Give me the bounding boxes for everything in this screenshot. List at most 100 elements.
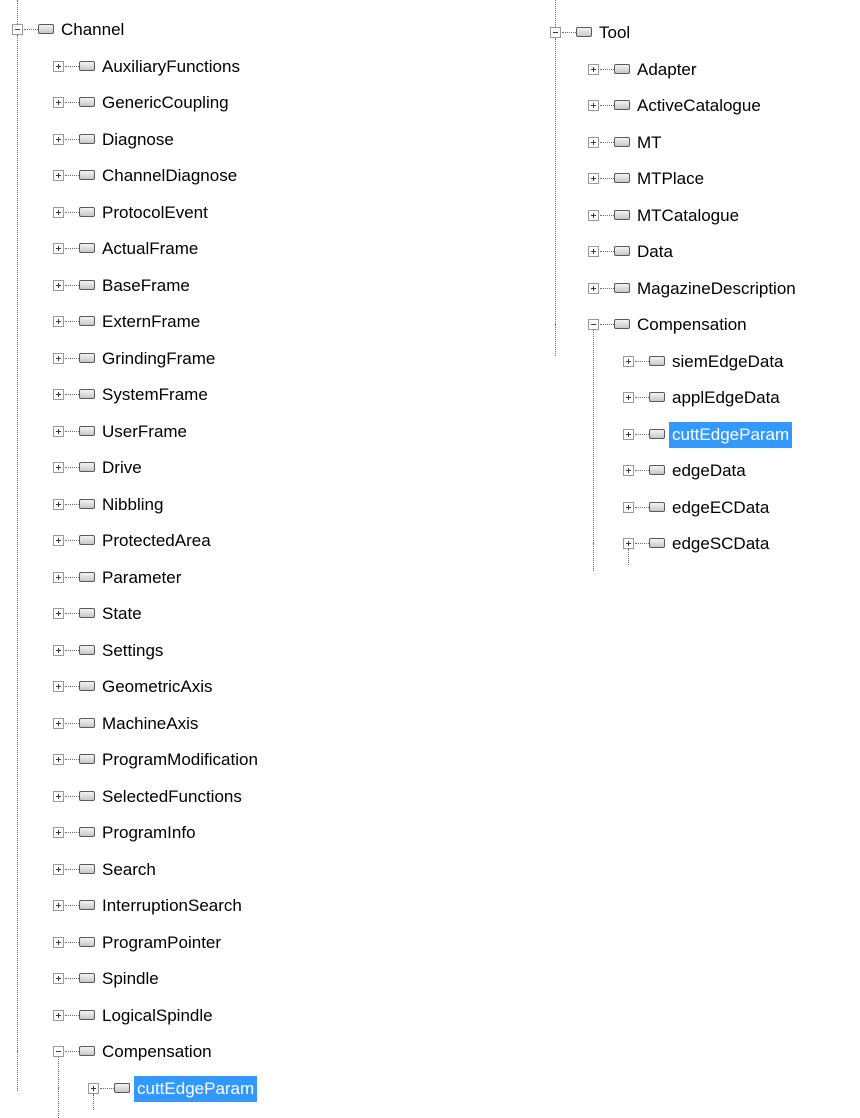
tree-node-label[interactable]: LogicalSpindle <box>99 1003 216 1029</box>
tree-node-label[interactable]: ActiveCatalogue <box>634 93 764 119</box>
collapse-toggle-icon[interactable] <box>588 319 599 330</box>
tree-node-label[interactable]: Parameter <box>99 565 184 591</box>
expand-toggle-icon[interactable] <box>623 392 634 403</box>
tree-node-label[interactable]: edgeData <box>669 458 749 484</box>
expand-toggle-icon[interactable] <box>53 60 64 72</box>
tree-node-label[interactable]: MachineAxis <box>99 711 201 737</box>
tree-node-label[interactable]: edgeECData <box>669 495 772 521</box>
tree-node-label[interactable]: MTPlace <box>634 166 707 192</box>
expand-toggle-icon[interactable] <box>588 246 599 257</box>
expand-toggle-icon[interactable] <box>53 206 64 218</box>
tree-node-label[interactable]: AuxiliaryFunctions <box>99 54 243 80</box>
tree-node-label[interactable]: ProtocolEvent <box>99 200 211 226</box>
tree-node-label[interactable]: cuttEdgeParam <box>669 421 793 448</box>
collapse-toggle-icon[interactable] <box>550 27 561 38</box>
expand-toggle-icon[interactable] <box>53 389 64 400</box>
tree-node-label[interactable]: MTCatalogue <box>634 203 742 229</box>
expand-toggle-icon[interactable] <box>588 209 599 221</box>
tree-node-label[interactable]: SystemFrame <box>99 382 211 408</box>
expand-toggle-icon[interactable] <box>588 173 599 184</box>
folder-node-icon <box>649 355 665 366</box>
tree-node-label[interactable]: ProgramModification <box>99 747 261 773</box>
expand-toggle-icon[interactable] <box>53 827 64 838</box>
expand-toggle-icon[interactable] <box>623 465 634 476</box>
tree-connector-line <box>65 1051 79 1052</box>
collapse-toggle-icon[interactable] <box>53 1046 64 1057</box>
expand-toggle-icon[interactable] <box>53 900 64 911</box>
expand-toggle-icon[interactable] <box>53 97 64 108</box>
tree-node-label[interactable]: SelectedFunctions <box>99 784 245 810</box>
tree-node-label[interactable]: MagazineDescription <box>634 276 799 302</box>
tree-connector-line <box>65 248 79 249</box>
tree-node-label[interactable]: Drive <box>99 455 145 481</box>
tree-node-label[interactable]: ActualFrame <box>99 236 201 262</box>
tree-node-label[interactable]: ProgramInfo <box>99 820 199 846</box>
tree-node-label[interactable]: BaseFrame <box>99 273 193 299</box>
tree-node-label[interactable]: Data <box>634 239 676 265</box>
tree-node-label[interactable]: Adapter <box>634 57 700 83</box>
tree-connector-line <box>562 32 576 33</box>
expand-toggle-icon[interactable] <box>53 462 64 473</box>
expand-toggle-icon[interactable] <box>53 717 64 729</box>
tree-node-label[interactable]: InterruptionSearch <box>99 893 245 919</box>
expand-toggle-icon[interactable] <box>588 63 599 75</box>
tree-node-label[interactable]: GeometricAxis <box>99 674 216 700</box>
tree-node-label[interactable]: MT <box>634 130 665 156</box>
tree-node-label[interactable]: State <box>99 601 145 627</box>
tree-node-label[interactable]: ExternFrame <box>99 309 203 335</box>
expand-toggle-icon[interactable] <box>53 754 64 765</box>
tree-node-label[interactable]: ChannelDiagnose <box>99 163 240 189</box>
expand-toggle-icon[interactable] <box>53 936 64 948</box>
collapse-toggle-icon[interactable] <box>12 24 23 35</box>
expand-toggle-icon[interactable] <box>53 608 64 619</box>
tree-node-label[interactable]: siemEdgeData <box>669 349 787 375</box>
expand-toggle-icon[interactable] <box>53 535 64 546</box>
folder-node-icon <box>649 538 665 548</box>
tree-node-label[interactable]: GenericCoupling <box>99 90 232 116</box>
expand-toggle-icon[interactable] <box>53 279 64 291</box>
tree-node-label[interactable]: Nibbling <box>99 492 166 518</box>
tree-guide-line <box>17 35 18 1051</box>
tree-node-label[interactable]: GrindingFrame <box>99 346 218 372</box>
tree-node-label[interactable]: Spindle <box>99 966 162 992</box>
tree-node-label[interactable]: Channel <box>58 17 127 43</box>
folder-node-icon <box>79 60 95 71</box>
tree-node-label[interactable]: edgeSCData <box>669 531 772 557</box>
expand-toggle-icon[interactable] <box>53 681 64 692</box>
folder-node-icon <box>614 209 630 220</box>
expand-toggle-icon[interactable] <box>53 425 64 437</box>
expand-toggle-icon[interactable] <box>53 133 64 145</box>
expand-toggle-icon[interactable] <box>53 863 64 875</box>
tree-node-label[interactable]: applEdgeData <box>669 385 783 411</box>
expand-toggle-icon[interactable] <box>53 644 64 656</box>
expand-toggle-icon[interactable] <box>53 352 64 364</box>
tree-node-label[interactable]: Diagnose <box>99 127 177 153</box>
tree-node-label[interactable]: ProtectedArea <box>99 528 214 554</box>
expand-toggle-icon[interactable] <box>53 571 64 583</box>
expand-toggle-icon[interactable] <box>53 790 64 802</box>
tree-node-label[interactable]: Compensation <box>99 1039 215 1065</box>
expand-toggle-icon[interactable] <box>53 1009 64 1021</box>
expand-toggle-icon[interactable] <box>53 170 64 181</box>
expand-toggle-icon[interactable] <box>588 100 599 111</box>
expand-toggle-icon[interactable] <box>588 282 599 294</box>
expand-toggle-icon[interactable] <box>53 243 64 254</box>
expand-toggle-icon[interactable] <box>53 973 64 984</box>
expand-toggle-icon[interactable] <box>623 355 634 367</box>
tree-connector-line <box>65 467 79 468</box>
tree-node-label[interactable]: Tool <box>596 20 633 46</box>
expand-toggle-icon[interactable] <box>623 538 634 549</box>
tree-node-label[interactable]: Settings <box>99 638 166 664</box>
expand-toggle-icon[interactable] <box>623 501 634 513</box>
tree-node-label[interactable]: UserFrame <box>99 419 190 445</box>
tree-node-label[interactable]: Search <box>99 857 159 883</box>
tree-node-label[interactable]: cuttEdgeParam <box>134 1075 258 1102</box>
expand-toggle-icon[interactable] <box>623 428 634 440</box>
tree-node-label[interactable]: ProgramPointer <box>99 930 224 956</box>
expand-toggle-icon[interactable] <box>88 1082 99 1094</box>
expand-toggle-icon[interactable] <box>588 136 599 148</box>
tree-connector-line <box>65 138 79 140</box>
expand-toggle-icon[interactable] <box>53 498 64 510</box>
expand-toggle-icon[interactable] <box>53 316 64 327</box>
tree-node-label[interactable]: Compensation <box>634 312 750 338</box>
